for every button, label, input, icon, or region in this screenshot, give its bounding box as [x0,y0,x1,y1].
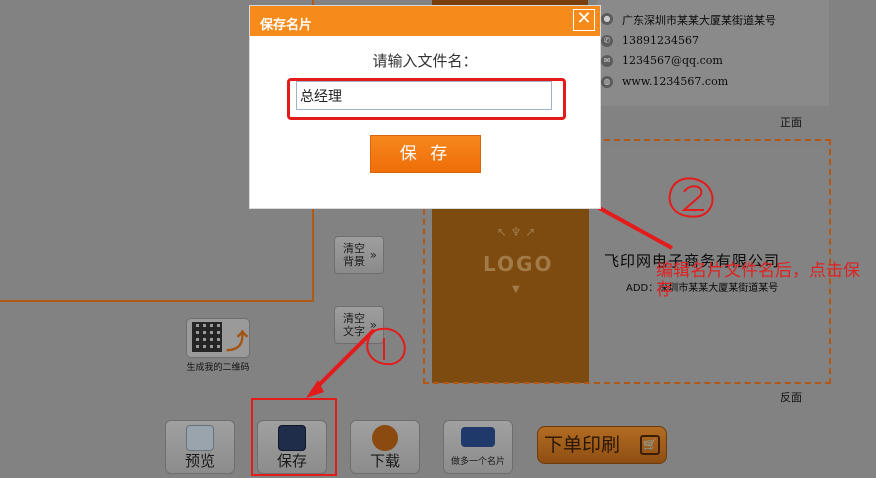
preview-label: 预览 [184,452,215,470]
magnifier-icon [186,425,214,451]
order-print-label: 下单印刷 [544,434,621,456]
front-email: 1234567@qq.com [622,54,723,67]
add-card-icon [461,427,495,447]
make-another-card-button[interactable]: 做多一个名片 [443,420,513,474]
dialog-title: 保存名片 [260,18,313,33]
globe-icon: ◍ [601,76,613,88]
clear-background-label: 清空背景 [343,242,365,268]
phone-icon: ✆ [601,35,613,47]
generate-qr-button[interactable]: ⤴ 生成我的二维码 [182,318,254,373]
download-icon [372,425,398,451]
close-icon[interactable]: ✕ [573,9,595,31]
front-website: www.1234567.com [622,75,729,88]
generate-qr-label: 生成我的二维码 [186,363,250,373]
clear-text-label: 清空文字 [343,312,365,338]
download-label: 下载 [369,452,400,470]
dialog-save-button[interactable]: 保 存 [370,135,481,173]
double-chevron-icon: » [369,248,377,262]
curved-arrow-icon: ⤴ [226,330,249,355]
filename-prompt: 请输入文件名： [372,52,478,70]
front-address: 广东深圳市某某大厦某街道某号 [622,14,776,27]
annotation-note: 编辑名片文件名后，点击保存 [656,261,860,300]
location-icon: ● [601,13,613,25]
front-side-label: 正面 [780,116,802,129]
qr-code-icon [192,322,222,352]
dialog-header: 保存名片 ✕ [250,6,600,36]
preview-button[interactable]: 预览 [165,420,235,474]
clear-background-button[interactable]: 清空背景 » [334,236,384,274]
save-card-dialog: 保存名片 ✕ 请输入文件名： 保 存 [249,5,601,209]
cart-icon: 🛒 [640,435,660,455]
download-button[interactable]: 下载 [350,420,420,474]
make-another-card-label: 做多一个名片 [450,457,505,467]
annotation-highlight-input [287,78,566,120]
double-chevron-icon: » [369,318,377,332]
clear-text-button[interactable]: 清空文字 » [334,306,384,344]
front-phone: 13891234567 [622,34,699,47]
order-print-button[interactable]: 下单印刷 🛒 [537,426,667,464]
email-icon: ✉ [601,55,613,67]
annotation-highlight-save-tool [251,398,337,476]
back-side-label: 反面 [780,391,802,404]
